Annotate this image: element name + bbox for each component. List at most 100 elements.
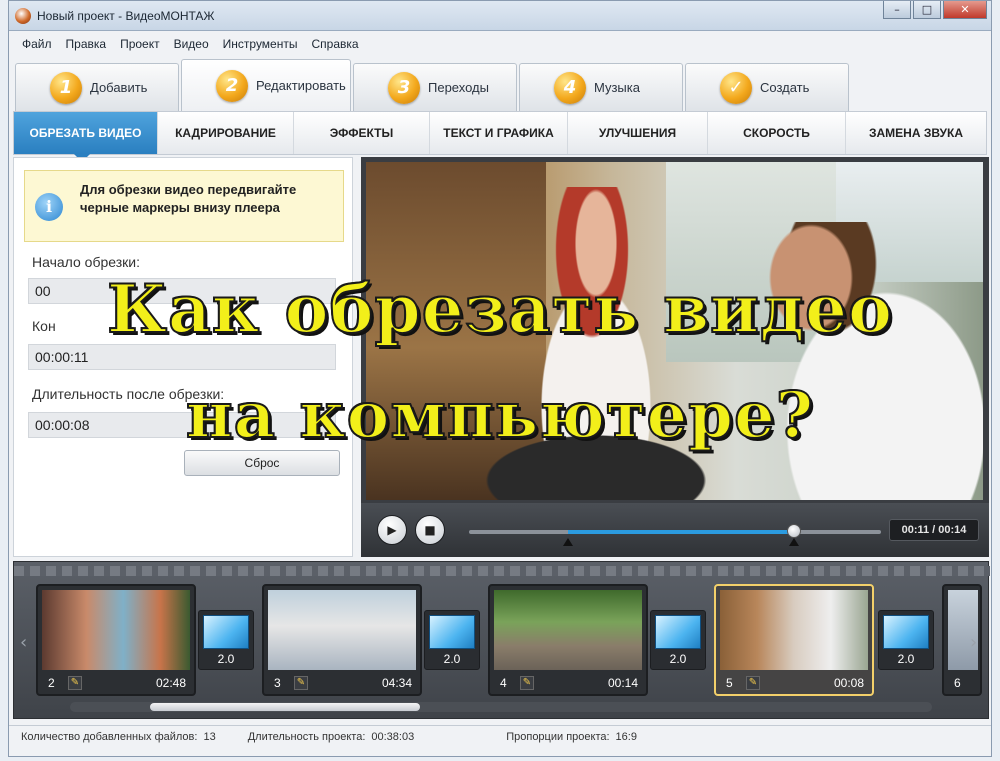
subtab-crop[interactable]: КАДРИРОВАНИЕ <box>158 112 294 154</box>
subtab-speed[interactable]: СКОРОСТЬ <box>708 112 846 154</box>
status-duration-label: Длительность проекта: <box>247 731 366 743</box>
subtab-enhance[interactable]: УЛУЧШЕНИЯ <box>568 112 708 154</box>
menu-bar: Файл Правка Проект Видео Инструменты Спр… <box>9 33 991 55</box>
trim-selection <box>567 530 795 534</box>
step-number-icon: 2 <box>216 69 248 102</box>
status-files-label: Количество добавленных файлов: <box>21 731 198 743</box>
clip-thumbnail <box>42 590 190 670</box>
trim-panel: i Для обрезки видео передвигайте черные … <box>13 157 353 557</box>
menu-project[interactable]: Проект <box>113 33 167 55</box>
subtab-replace-audio[interactable]: ЗАМЕНА ЗВУКА <box>846 112 986 154</box>
trim-end-marker[interactable] <box>789 538 800 546</box>
status-duration: Длительность проекта: 00:38:03 <box>236 726 415 747</box>
clip-duration: 04:34 <box>381 676 412 690</box>
minimize-button[interactable]: – <box>883 1 911 19</box>
app-logo-icon <box>15 8 31 24</box>
clip-number: 3 <box>274 676 281 690</box>
transition-duration: 2.0 <box>897 652 915 666</box>
scroll-right-icon[interactable]: › <box>970 632 977 653</box>
hint-text: Для обрезки видео передвигайте черные ма… <box>80 182 297 215</box>
subtab-effects[interactable]: ЭФФЕКТЫ <box>294 112 430 154</box>
headline-line-1: Как обрезать видео <box>106 269 893 349</box>
playhead-handle[interactable] <box>787 524 802 538</box>
transition-duration: 2.0 <box>217 652 235 666</box>
menu-help[interactable]: Справка <box>304 33 365 55</box>
timeline-scrollbar[interactable] <box>70 702 932 712</box>
storyboard: ‹ 2 ✎ 02:48 2.0 3 ✎ 04:34 2.0 4 ✎ 00:14 <box>13 561 990 719</box>
checkmark-icon: ✓ <box>720 71 752 104</box>
clip-duration: 00:08 <box>833 676 864 690</box>
step-number-icon: 3 <box>388 71 420 104</box>
scroll-left-icon[interactable]: ‹ <box>20 632 27 653</box>
clip-thumbnail <box>720 590 868 670</box>
main-tabs: 1 Добавить 2 Редактировать 3 Переходы 4 … <box>9 59 991 111</box>
subtab-trim[interactable]: ОБРЕЗАТЬ ВИДЕО <box>14 112 158 162</box>
tab-label: Переходы <box>428 80 489 95</box>
transition-duration: 2.0 <box>669 652 687 666</box>
tab-edit[interactable]: 2 Редактировать <box>181 59 351 111</box>
status-files: Количество добавленных файлов: 13 <box>9 726 216 747</box>
tab-create[interactable]: ✓ Создать <box>685 63 849 111</box>
menu-video[interactable]: Видео <box>167 33 216 55</box>
status-duration-value: 00:38:03 <box>371 731 415 743</box>
headline-line-2: на компьютере? <box>185 377 815 454</box>
tab-music[interactable]: 4 Музыка <box>519 63 683 111</box>
transition[interactable]: 2.0 <box>198 610 254 670</box>
pencil-icon[interactable]: ✎ <box>746 676 760 690</box>
tab-label: Редактировать <box>256 78 346 93</box>
clip-3[interactable]: 3 ✎ 04:34 <box>262 584 422 696</box>
reset-button[interactable]: Сброс <box>184 450 340 476</box>
edit-subtabs: ОБРЕЗАТЬ ВИДЕО КАДРИРОВАНИЕ ЭФФЕКТЫ ТЕКС… <box>13 111 987 162</box>
pencil-icon[interactable]: ✎ <box>68 676 82 690</box>
start-label: Начало обрезки: <box>32 254 140 270</box>
transition[interactable]: 2.0 <box>878 610 934 670</box>
status-ratio: Пропорции проекта: 16:9 <box>494 726 637 747</box>
clip-2[interactable]: 2 ✎ 02:48 <box>36 584 196 696</box>
filmstrip-perforation <box>14 566 990 576</box>
pencil-icon[interactable]: ✎ <box>520 676 534 690</box>
transition-duration: 2.0 <box>443 652 461 666</box>
video-player: ▶ ■ 00:11 / 00:14 <box>361 157 989 557</box>
clip-thumbnail <box>494 590 642 670</box>
close-button[interactable]: ✕ <box>943 1 987 19</box>
trim-start-marker[interactable] <box>562 538 573 546</box>
window-title: Новый проект - ВидеоМОНТАЖ <box>37 9 215 23</box>
maximize-button[interactable]: □ <box>913 1 941 19</box>
clip-4[interactable]: 4 ✎ 00:14 <box>488 584 648 696</box>
clip-duration: 00:14 <box>607 676 638 690</box>
pencil-icon[interactable]: ✎ <box>294 676 308 690</box>
subtab-text-graphics[interactable]: ТЕКСТ И ГРАФИКА <box>430 112 568 154</box>
scrollbar-thumb[interactable] <box>150 703 420 711</box>
transition-thumbnail <box>655 615 701 649</box>
menu-file[interactable]: Файл <box>15 33 59 55</box>
transition-thumbnail <box>429 615 475 649</box>
transition[interactable]: 2.0 <box>424 610 480 670</box>
seek-track[interactable] <box>469 524 881 546</box>
step-number-icon: 4 <box>554 71 586 104</box>
tab-add[interactable]: 1 Добавить <box>15 63 179 111</box>
transition[interactable]: 2.0 <box>650 610 706 670</box>
window-controls: – □ ✕ <box>881 1 987 21</box>
status-ratio-value: 16:9 <box>615 731 637 743</box>
title-bar: Новый проект - ВидеоМОНТАЖ – □ ✕ <box>9 1 991 31</box>
tab-label: Создать <box>760 80 810 95</box>
menu-tools[interactable]: Инструменты <box>216 33 305 55</box>
clip-duration: 02:48 <box>155 676 186 690</box>
transition-thumbnail <box>203 615 249 649</box>
player-controls: ▶ ■ 00:11 / 00:14 <box>361 503 989 557</box>
tab-transitions[interactable]: 3 Переходы <box>353 63 517 111</box>
stop-icon[interactable]: ■ <box>415 515 445 545</box>
clip-number: 2 <box>48 676 55 690</box>
hint-box: i Для обрезки видео передвигайте черные … <box>24 170 344 242</box>
transition-thumbnail <box>883 615 929 649</box>
play-icon[interactable]: ▶ <box>377 515 407 545</box>
step-number-icon: 1 <box>50 71 82 104</box>
tab-label: Музыка <box>594 80 640 95</box>
clip-number: 4 <box>500 676 507 690</box>
menu-edit[interactable]: Правка <box>59 33 114 55</box>
clip-number: 5 <box>726 676 733 690</box>
tab-label: Добавить <box>90 80 148 95</box>
clip-thumbnail <box>268 590 416 670</box>
clip-5[interactable]: 5 ✎ 00:08 <box>714 584 874 696</box>
time-display: 00:11 / 00:14 <box>889 519 979 541</box>
